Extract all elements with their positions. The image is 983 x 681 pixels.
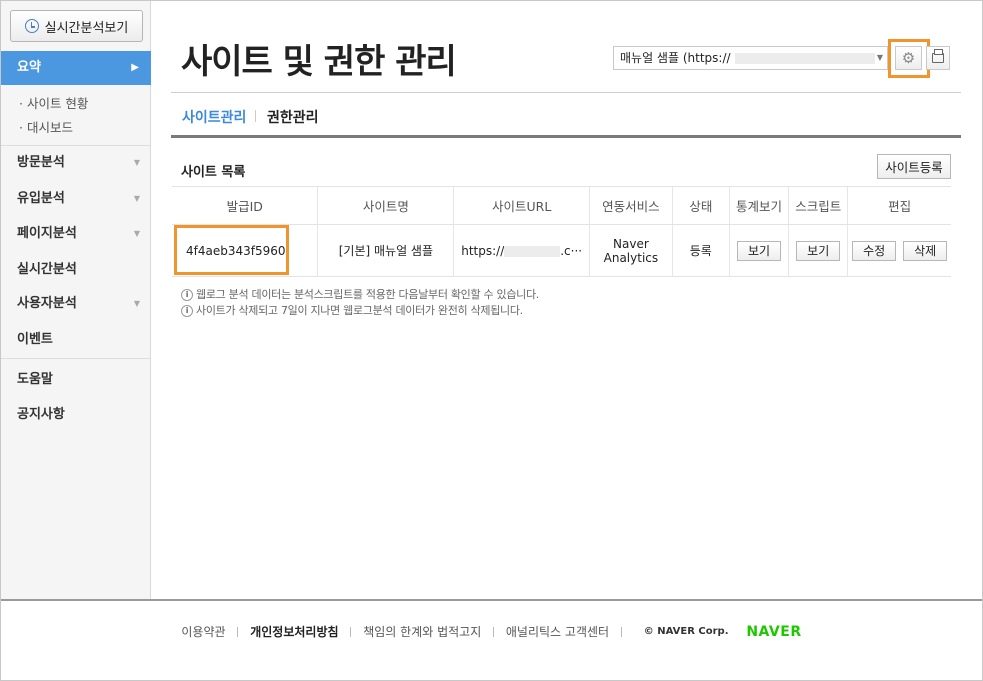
page-title: 사이트 및 권한 관리 <box>181 42 457 82</box>
register-site-button[interactable]: 사이트등록 <box>877 154 951 179</box>
chevron-right-icon: ▶ <box>131 62 139 73</box>
chevron-down-icon: ▼ <box>133 229 140 238</box>
naver-logo[interactable]: NAVER <box>746 624 801 640</box>
chevron-down-icon: ▼ <box>133 158 140 167</box>
chevron-down-icon: ▼ <box>876 53 883 62</box>
sidebar-item-visit-analysis[interactable]: 방문분석 ▼ <box>1 146 150 180</box>
footer-separator <box>237 626 239 637</box>
footer-disclaimer-link[interactable]: 책임의 한계와 법적고지 <box>363 623 481 640</box>
column-header: 사이트URL <box>453 186 590 225</box>
gear-icon: ⚙ <box>901 49 916 67</box>
sidebar-item-inflow-analysis[interactable]: 유입분석 ▼ <box>1 182 150 216</box>
note-item: i 웹로그 분석 데이터는 분석스크립트를 적용한 다음날부터 확인할 수 있습… <box>181 287 539 303</box>
column-header: 통계보기 <box>728 186 789 225</box>
column-header: 스크립트 <box>788 186 848 225</box>
sidebar-subitem-dashboard[interactable]: · 대시보드 <box>19 118 88 142</box>
note-item: i 사이트가 삭제되고 7일이 지나면 웹로그분석 데이터가 완전히 삭제됩니다… <box>181 303 539 319</box>
footer-terms-link[interactable]: 이용약관 <box>181 623 225 640</box>
tab-separator <box>255 110 256 122</box>
realtime-analysis-label: 실시간분석보기 <box>44 20 129 36</box>
section-title: 사이트 목록 <box>181 165 246 180</box>
sidebar-subitem-site-status[interactable]: · 사이트 현황 <box>19 94 88 118</box>
table-row: 4f4aeb343f5960 [기본] 매뉴얼 샘플 https://.c···… <box>172 224 951 277</box>
sidebar-item-events[interactable]: 이벤트 <box>1 323 150 357</box>
clock-icon <box>24 19 39 33</box>
footer-copyright: © NAVER Corp. <box>643 626 729 637</box>
redacted-url <box>504 245 561 257</box>
site-id-cell: 4f4aeb343f5960 <box>172 224 318 277</box>
tab-site-management[interactable]: 사이트관리 <box>182 107 246 127</box>
printer-icon <box>932 49 944 63</box>
sidebar-item-notices[interactable]: 공지사항 <box>1 398 150 432</box>
edit-site-button[interactable]: 수정 <box>852 240 897 261</box>
realtime-analysis-button[interactable]: 실시간분석보기 <box>10 10 143 42</box>
sidebar-item-help[interactable]: 도움말 <box>1 363 150 397</box>
view-stats-button[interactable]: 보기 <box>736 240 782 261</box>
divider <box>1 358 150 359</box>
column-header: 연동서비스 <box>589 186 673 225</box>
sidebar-item-page-analysis[interactable]: 페이지분석 ▼ <box>1 217 150 251</box>
footer: 이용약관 개인정보처리방침 책임의 한계와 법적고지 애널리틱스 고객센터 © … <box>0 623 983 640</box>
chevron-down-icon: ▼ <box>133 194 140 203</box>
settings-button[interactable]: ⚙ <box>895 46 922 70</box>
redacted-url <box>734 53 875 64</box>
info-icon: i <box>181 305 193 317</box>
edit-cell: 수정 삭제 <box>847 224 951 277</box>
column-header: 편집 <box>847 186 951 225</box>
view-script-button[interactable]: 보기 <box>796 240 841 261</box>
sidebar-item-summary[interactable]: 요약 ▶ <box>1 51 151 85</box>
sidebar-item-user-analysis[interactable]: 사용자분석 ▼ <box>1 287 150 321</box>
delete-site-button[interactable]: 삭제 <box>903 240 948 261</box>
status-cell: 등록 <box>671 224 730 277</box>
divider <box>171 92 961 93</box>
info-icon: i <box>181 289 193 301</box>
site-select-value: 매뉴얼 샘플 (https:// <box>620 51 731 65</box>
site-table: 발급ID 사이트명 사이트URL 연동서비스 상태 통계보기 스크립트 편집 4… <box>172 186 951 277</box>
print-button[interactable] <box>926 46 950 70</box>
sidebar-item-realtime-analysis[interactable]: 실시간분석 <box>1 253 150 287</box>
footer-privacy-link[interactable]: 개인정보처리방침 <box>250 623 338 640</box>
site-name-cell: [기본] 매뉴얼 샘플 <box>317 224 454 277</box>
tab-permission-management[interactable]: 권한관리 <box>267 107 319 127</box>
notes: i 웹로그 분석 데이터는 분석스크립트를 적용한 다음날부터 확인할 수 있습… <box>181 287 539 319</box>
footer-support-link[interactable]: 애널리틱스 고객센터 <box>506 623 609 640</box>
footer-separator <box>493 626 495 637</box>
chevron-down-icon: ▼ <box>133 299 140 308</box>
column-header: 상태 <box>671 186 730 225</box>
divider <box>171 135 961 138</box>
sidebar-subnav: · 사이트 현황 · 대시보드 <box>19 94 88 142</box>
column-header: 발급ID <box>172 186 318 225</box>
footer-divider <box>1 599 982 601</box>
footer-separator <box>350 626 352 637</box>
sidebar: 실시간분석보기 요약 ▶ · 사이트 현황 · 대시보드 방문분석 ▼ 유입분석 ▼… <box>1 1 151 599</box>
table-header-row: 발급ID 사이트명 사이트URL 연동서비스 상태 통계보기 스크립트 편집 <box>172 186 951 225</box>
footer-separator <box>620 626 622 637</box>
stats-cell: 보기 <box>728 224 789 277</box>
column-header: 사이트명 <box>317 186 454 225</box>
site-url-cell: https://.c··· <box>453 224 590 277</box>
linked-service-cell: Naver Analytics <box>589 224 673 277</box>
site-select[interactable]: 매뉴얼 샘플 (https:// ▼ <box>613 46 888 70</box>
script-cell: 보기 <box>788 224 848 277</box>
